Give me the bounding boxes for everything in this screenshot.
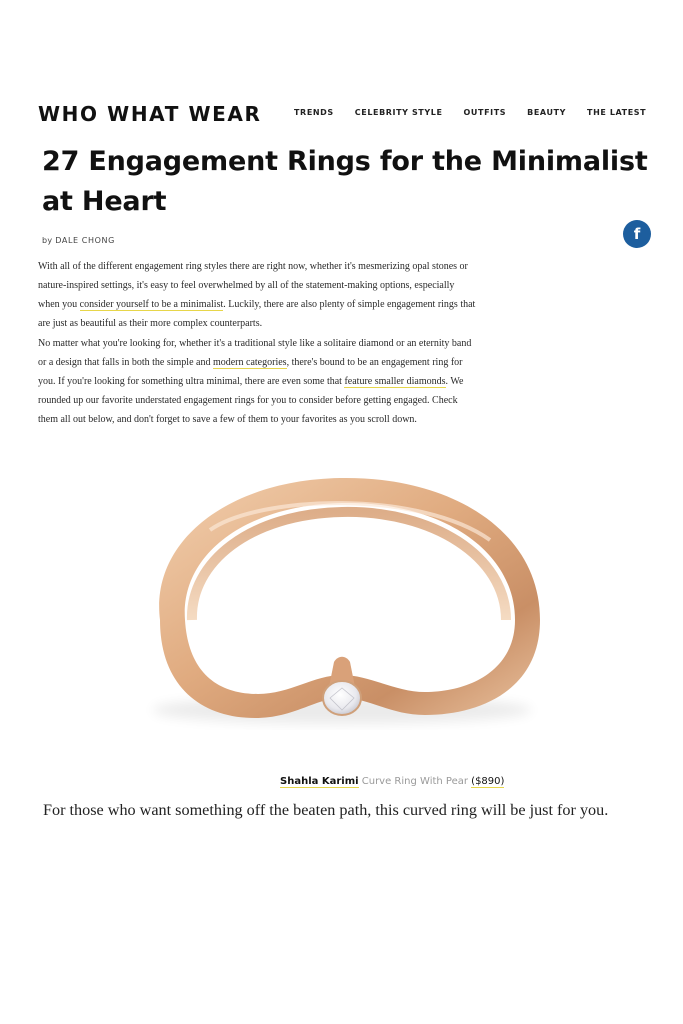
facebook-share-icon[interactable]: f <box>623 220 651 248</box>
product-description: For those who want something off the bea… <box>43 801 609 819</box>
ring-illustration <box>152 477 541 724</box>
link-smaller-diamonds[interactable]: feature smaller diamonds <box>344 376 446 388</box>
site-logo[interactable]: WHO WHAT WEAR <box>38 102 262 126</box>
product-brand-link[interactable]: Shahla Karimi <box>280 776 359 788</box>
byline: by DALE CHONG <box>42 236 115 245</box>
intro-paragraph-2: No matter what you're looking for, wheth… <box>38 334 478 429</box>
product-price-link[interactable]: ($890) <box>471 776 505 788</box>
main-nav: TRENDS CELEBRITY STYLE OUTFITS BEAUTY TH… <box>294 108 667 117</box>
product-name-link[interactable]: Curve Ring With Pear <box>362 776 468 787</box>
nav-item-trends[interactable]: TRENDS <box>294 108 334 117</box>
intro-paragraph-1: With all of the different engagement rin… <box>38 257 478 333</box>
product-image-curve-ring[interactable] <box>120 470 560 740</box>
author-name[interactable]: DALE CHONG <box>55 236 115 245</box>
byline-prefix: by <box>42 236 53 245</box>
nav-item-beauty[interactable]: BEAUTY <box>527 108 566 117</box>
site-header: WHO WHAT WEAR TRENDS CELEBRITY STYLE OUT… <box>38 98 678 130</box>
link-consider-minimalist[interactable]: consider yourself to be a minimalist <box>79 299 224 311</box>
product-caption: Shahla Karimi Curve Ring With Pear ($890… <box>280 776 505 788</box>
nav-item-the-latest[interactable]: THE LATEST <box>587 108 646 117</box>
link-modern-categories[interactable]: modern categories <box>212 357 287 369</box>
nav-item-outfits[interactable]: OUTFITS <box>464 108 507 117</box>
article-title: 27 Engagement Rings for the Minimalist a… <box>42 146 648 217</box>
nav-item-celebrity-style[interactable]: CELEBRITY STYLE <box>355 108 443 117</box>
